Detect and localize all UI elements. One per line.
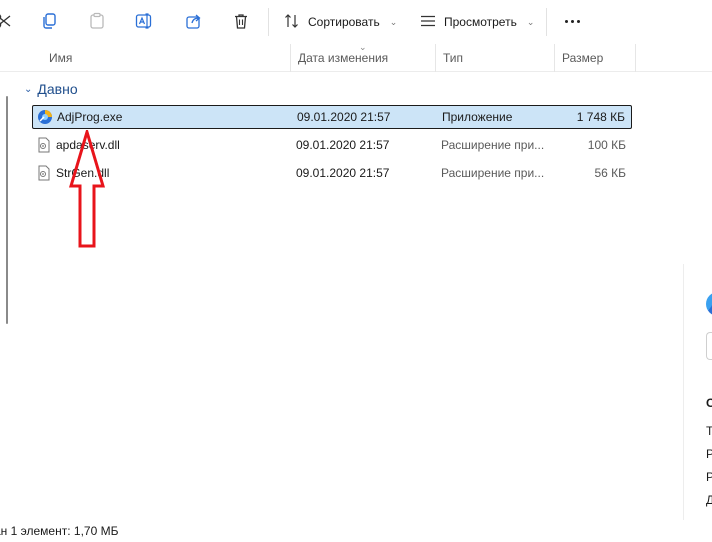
details-pane-heading: С [706, 396, 712, 410]
file-date: 09.01.2020 21:57 [297, 110, 391, 124]
file-date: 09.01.2020 21:57 [296, 138, 390, 152]
status-text: ан 1 элемент: 1,70 МБ [0, 524, 119, 538]
details-pane-line: Д [706, 493, 712, 507]
toolbar-divider [268, 8, 269, 36]
details-pane-box [706, 332, 712, 360]
details-pane-line: Р [706, 470, 712, 484]
rename-icon[interactable] [134, 10, 156, 32]
file-row[interactable]: AdjProg.exe 09.01.2020 21:57 Приложение … [32, 105, 632, 129]
status-bar: ан 1 элемент: 1,70 МБ [0, 521, 712, 542]
file-type: Приложение [442, 110, 513, 124]
sort-button[interactable]: Сортировать ⌄ [284, 10, 397, 34]
dll-icon [36, 137, 52, 153]
delete-icon[interactable] [230, 10, 252, 32]
dll-icon [36, 165, 52, 181]
more-options-button[interactable] [560, 9, 584, 33]
details-pane-line: Р [706, 447, 712, 461]
column-header-row: Имя ⌄ Дата изменения Тип Размер [0, 42, 712, 72]
details-pane-line: Т [706, 424, 712, 438]
file-date: 09.01.2020 21:57 [296, 166, 390, 180]
toolbar-divider [546, 8, 547, 36]
vertical-scrollbar[interactable] [6, 96, 8, 324]
file-type: Расширение при... [441, 138, 545, 152]
view-button[interactable]: Просмотреть ⌄ [420, 10, 534, 34]
sort-icon [284, 13, 300, 32]
chevron-down-icon: ⌄ [526, 16, 535, 27]
app-icon [37, 109, 53, 125]
paste-icon[interactable] [86, 10, 108, 32]
group-header[interactable]: ⌄ Давно [24, 80, 78, 98]
copy-icon[interactable] [38, 10, 60, 32]
cut-icon[interactable] [0, 10, 14, 32]
file-size: 1 748 КБ [576, 110, 625, 124]
group-label: Давно [37, 81, 78, 97]
column-header-size[interactable]: Размер [555, 44, 635, 72]
column-header-type[interactable]: Тип [436, 44, 554, 72]
chevron-down-icon: ⌄ [24, 83, 33, 95]
column-divider[interactable] [635, 44, 636, 72]
red-arrow-annotation-icon [68, 130, 106, 248]
file-size: 56 КБ [594, 166, 626, 180]
file-row[interactable]: apdaserv.dll 09.01.2020 21:57 Расширение… [32, 134, 632, 158]
app-logo-icon [706, 292, 712, 316]
column-header-date[interactable]: Дата изменения [291, 44, 435, 72]
view-icon [420, 14, 436, 31]
view-label: Просмотреть [444, 15, 517, 29]
file-row[interactable]: StrGen.dll 09.01.2020 21:57 Расширение п… [32, 162, 632, 186]
command-bar: Сортировать ⌄ Просмотреть ⌄ [0, 0, 712, 44]
details-pane: С Т Р Р Д [683, 264, 712, 520]
file-name: AdjProg.exe [57, 110, 123, 124]
sort-label: Сортировать [308, 15, 380, 29]
chevron-down-icon: ⌄ [389, 16, 398, 27]
column-header-name[interactable]: Имя [42, 44, 290, 72]
file-type: Расширение при... [441, 166, 545, 180]
file-size: 100 КБ [587, 138, 626, 152]
share-icon[interactable] [183, 10, 205, 32]
